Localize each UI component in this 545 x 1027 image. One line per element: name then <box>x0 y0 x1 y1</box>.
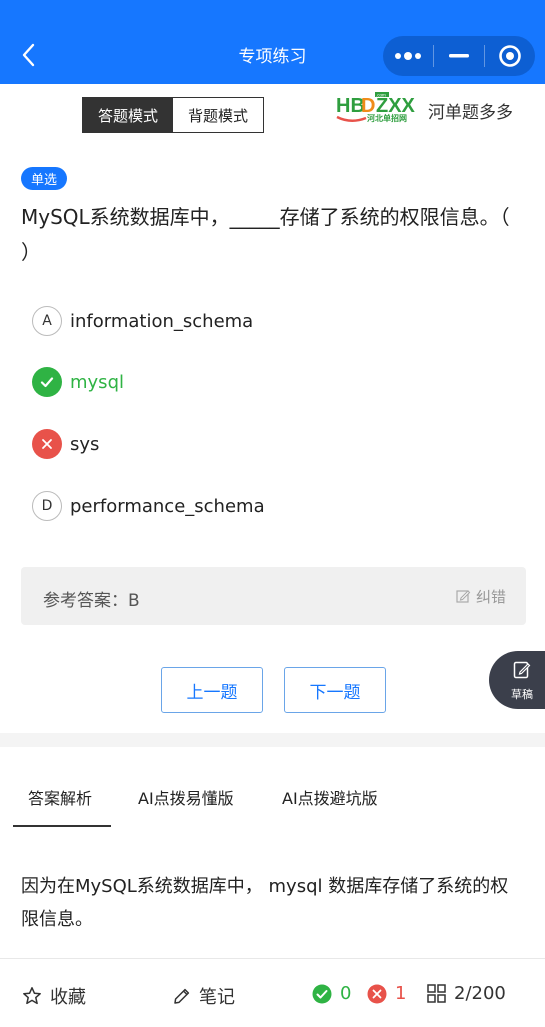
next-question-button[interactable]: 下一题 <box>284 667 386 713</box>
cross-icon <box>32 429 62 459</box>
brand-name: 河单题多多 <box>428 103 513 123</box>
favorite-label: 收藏 <box>50 987 86 1008</box>
tab-ai-easy[interactable]: AI点拨易懂版 <box>138 785 234 809</box>
draft-button[interactable]: 草稿 <box>489 651 545 709</box>
analysis-tabs: 答案解析 AI点拨易懂版 AI点拨避坑版 <box>0 770 545 828</box>
more-dots-icon <box>395 52 421 60</box>
option-label: information_schema <box>70 310 254 332</box>
progress-label: 2/200 <box>454 983 506 1004</box>
correct-count-value: 0 <box>340 983 352 1004</box>
close-miniprogram-button[interactable] <box>485 36 535 76</box>
option-letter: A <box>32 306 62 336</box>
previous-question-button[interactable]: 上一题 <box>161 667 263 713</box>
question-grid-button[interactable]: 2/200 <box>427 983 506 1004</box>
target-icon <box>499 45 521 67</box>
option-label: mysql <box>70 371 124 393</box>
bottom-toolbar: 收藏 笔记 0 1 2/200 <box>0 958 545 1027</box>
recite-mode-tab[interactable]: 背题模式 <box>173 98 263 132</box>
correct-count: 0 <box>312 983 351 1004</box>
brand-logo: HB D ZXX .com 河北单招网 <box>336 91 416 127</box>
question-text: MySQL系统数据库中，_____存储了系统的权限信息。（ ） <box>21 205 510 264</box>
option-label: sys <box>70 433 100 455</box>
note-button[interactable]: 笔记 <box>172 983 235 1009</box>
svg-text:河北单招网: 河北单招网 <box>367 113 407 123</box>
answer-mode-tab[interactable]: 答题模式 <box>83 98 173 132</box>
favorite-button[interactable]: 收藏 <box>22 983 86 1009</box>
pencil-icon <box>174 988 190 1004</box>
check-icon <box>32 367 62 397</box>
minus-icon <box>449 54 469 58</box>
minimize-button[interactable] <box>434 36 484 76</box>
report-error-label: 纠错 <box>475 588 506 606</box>
tab-ai-pitfall[interactable]: AI点拨避坑版 <box>282 785 378 809</box>
option-c[interactable]: sys <box>32 426 99 462</box>
tab-answer-analysis[interactable]: 答案解析 <box>28 785 92 809</box>
explanation-text: 因为在MySQL系统数据库中， mysql 数据库存储了系统的权限信息。 <box>21 876 509 930</box>
draft-label: 草稿 <box>511 688 533 701</box>
mode-switch: 答题模式 背题模式 <box>82 97 264 133</box>
option-b[interactable]: mysql <box>32 364 124 400</box>
note-label: 笔记 <box>199 987 235 1008</box>
report-error-button[interactable]: 纠错 <box>456 586 506 607</box>
notepad-edit-icon <box>513 661 531 679</box>
cross-circle-icon <box>367 984 387 1003</box>
check-circle-icon <box>312 984 332 1003</box>
wrong-count: 1 <box>367 983 406 1004</box>
option-letter: D <box>32 491 62 521</box>
option-label: performance_schema <box>70 495 265 517</box>
active-tab-indicator <box>13 825 111 827</box>
question-type-badge: 单选 <box>21 167 67 190</box>
svg-text:.com: .com <box>376 93 386 98</box>
edit-icon <box>456 590 471 603</box>
reference-answer-box: 参考答案：B 纠错 <box>21 567 526 625</box>
option-a[interactable]: A information_schema <box>32 303 253 339</box>
more-menu-button[interactable] <box>383 36 433 76</box>
miniprogram-capsule <box>383 36 535 76</box>
reference-answer: 参考答案：B <box>43 591 140 611</box>
grid-icon <box>427 984 446 1003</box>
wrong-count-value: 1 <box>395 983 407 1004</box>
section-divider <box>0 733 545 747</box>
top-navigation-bar: 专项练习 <box>0 0 545 84</box>
star-icon <box>23 987 41 1005</box>
option-d[interactable]: D performance_schema <box>32 488 265 524</box>
